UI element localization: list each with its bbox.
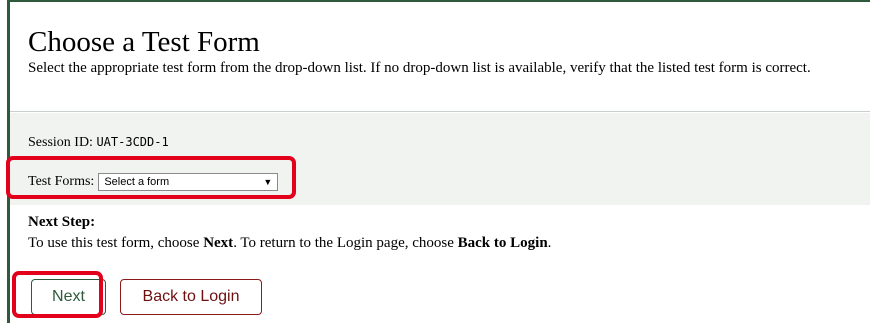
next-step-text-3: . xyxy=(547,235,552,251)
session-row: Session ID: UAT-3CDD-1 xyxy=(28,135,169,151)
next-step-title: Next Step: xyxy=(28,214,96,230)
session-label: Session ID: xyxy=(28,135,93,150)
next-step-next-word: Next xyxy=(203,235,234,251)
next-step-text-2: . To return to the Login page, choose xyxy=(233,235,458,251)
next-button-highlight xyxy=(12,271,103,318)
test-forms-highlight xyxy=(6,156,296,199)
next-step-text: To use this test form, choose Next. To r… xyxy=(28,235,551,252)
next-step-text-1: To use this test form, choose xyxy=(28,235,204,251)
page-title: Choose a Test Form xyxy=(28,26,260,58)
header-section: Choose a Test Form Select the appropriat… xyxy=(10,2,870,112)
session-id-value: UAT-3CDD-1 xyxy=(96,135,169,149)
next-step-back-word: Back to Login xyxy=(457,235,548,251)
back-to-login-button[interactable]: Back to Login xyxy=(120,279,262,315)
instructions-text: Select the appropriate test form from th… xyxy=(28,60,811,76)
